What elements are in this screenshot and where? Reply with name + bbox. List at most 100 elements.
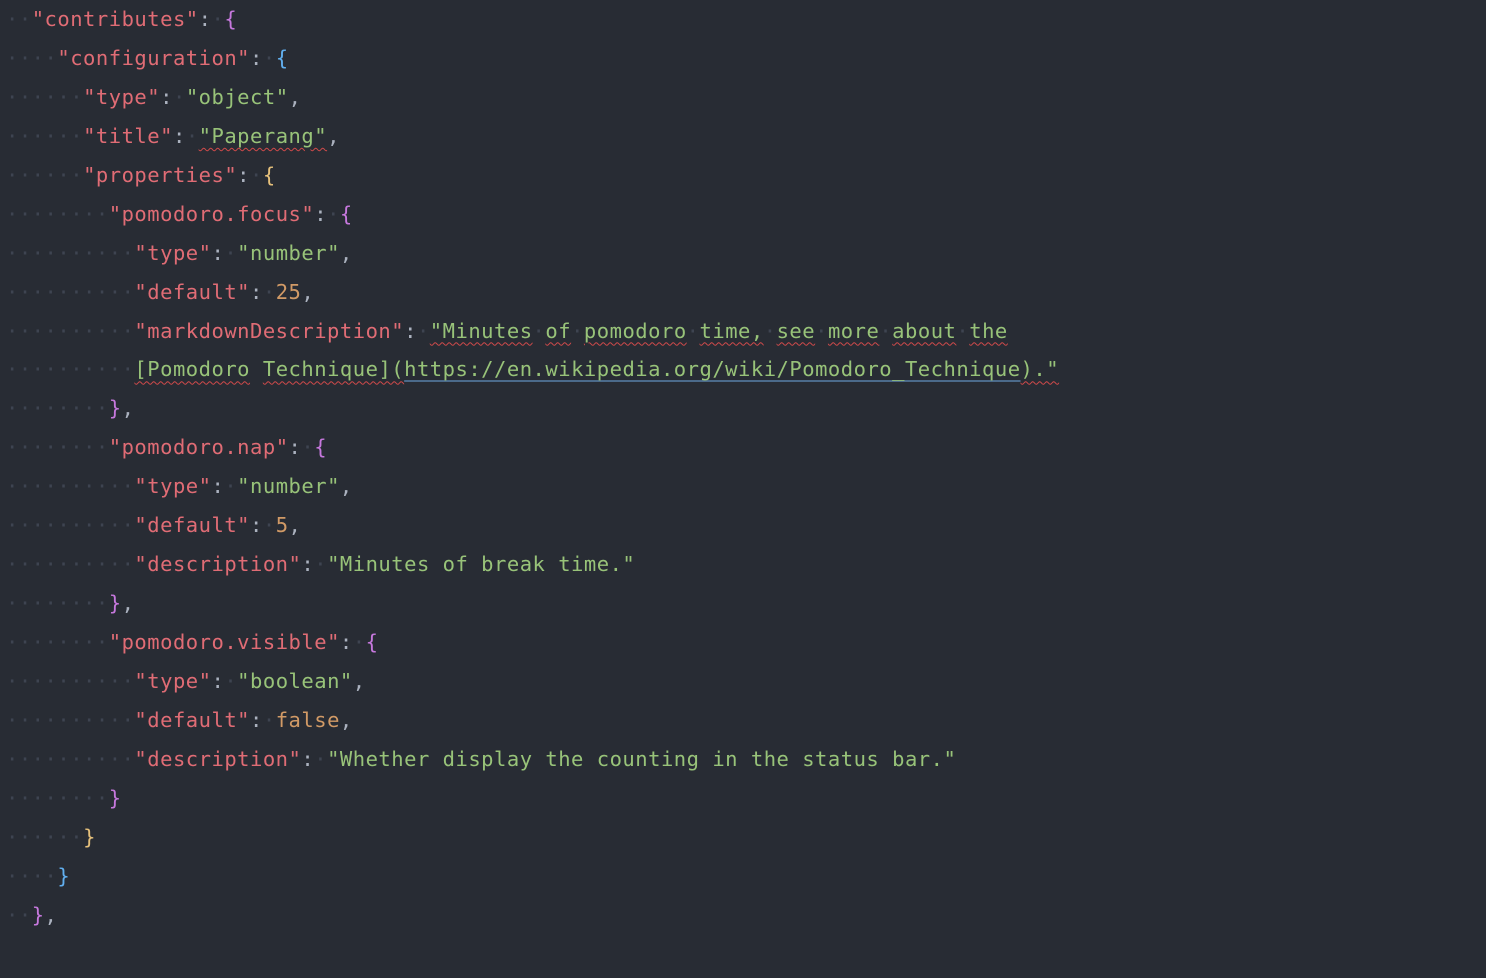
whitespace: · xyxy=(533,319,546,343)
code-line[interactable]: ··········[Pomodoro Technique](https://e… xyxy=(0,350,1476,389)
json-string: pomodoro xyxy=(584,319,687,343)
code-line[interactable]: ······"type":·"object", xyxy=(0,78,1476,117)
brace: { xyxy=(340,202,353,226)
code-line[interactable]: ··········"default":·false, xyxy=(0,701,1476,740)
json-key: "type" xyxy=(134,241,211,265)
json-string xyxy=(250,357,263,381)
code-line[interactable]: ··········"default":·25, xyxy=(0,273,1476,312)
json-key: "type" xyxy=(83,85,160,109)
json-string: "boolean" xyxy=(237,669,353,693)
code-line[interactable]: ······"properties":·{ xyxy=(0,156,1476,195)
code-line[interactable]: ··········"description":·"Minutes of bre… xyxy=(0,545,1476,584)
code-line[interactable]: ··········"type":·"number", xyxy=(0,467,1476,506)
comma: , xyxy=(45,903,58,927)
whitespace: · xyxy=(263,280,276,304)
code-line[interactable]: ··········"markdownDescription":·"Minute… xyxy=(0,312,1476,351)
code-line[interactable]: ····} xyxy=(0,857,1476,896)
code-line[interactable]: ········"pomodoro.visible":·{ xyxy=(0,623,1476,662)
whitespace: ·········· xyxy=(6,552,134,576)
json-key: "pomodoro.focus" xyxy=(109,202,314,226)
comma: , xyxy=(122,396,135,420)
json-key: "type" xyxy=(134,669,211,693)
code-line[interactable]: ··········"type":·"number", xyxy=(0,234,1476,273)
code-line[interactable]: ········"pomodoro.nap":·{ xyxy=(0,428,1476,467)
colon: : xyxy=(173,124,186,148)
comma: , xyxy=(353,669,366,693)
json-boolean: false xyxy=(276,708,340,732)
whitespace: · xyxy=(353,630,366,654)
whitespace: ········ xyxy=(6,202,109,226)
colon: : xyxy=(314,202,327,226)
code-line[interactable]: ····"configuration":·{ xyxy=(0,39,1476,78)
colon: : xyxy=(211,669,224,693)
colon: : xyxy=(289,435,302,459)
json-string: see xyxy=(777,319,816,343)
code-editor[interactable]: ··"contributes":·{ ····"configuration":·… xyxy=(0,0,1486,955)
colon: : xyxy=(199,7,212,31)
json-string: "Minutes of break time." xyxy=(327,552,635,576)
comma: , xyxy=(289,85,302,109)
colon: : xyxy=(160,85,173,109)
json-url[interactable]: https://en.wikipedia.org/wiki/Pomodoro_T… xyxy=(404,357,1020,381)
colon: : xyxy=(340,630,353,654)
brace: { xyxy=(263,163,276,187)
json-key: "markdownDescription" xyxy=(134,319,404,343)
json-key: "properties" xyxy=(83,163,237,187)
whitespace: ······ xyxy=(6,124,83,148)
whitespace: ·········· xyxy=(6,669,134,693)
whitespace: ······ xyxy=(6,825,83,849)
whitespace: ······ xyxy=(6,163,83,187)
whitespace: · xyxy=(314,747,327,771)
json-key: "pomodoro.visible" xyxy=(109,630,340,654)
whitespace: · xyxy=(263,708,276,732)
whitespace: · xyxy=(224,669,237,693)
json-key: "contributes" xyxy=(32,7,199,31)
colon: : xyxy=(301,552,314,576)
code-line[interactable]: ········"pomodoro.focus":·{ xyxy=(0,195,1476,234)
code-line[interactable]: ········}, xyxy=(0,389,1476,428)
json-string: [Pomodoro xyxy=(134,357,250,381)
json-key: "description" xyxy=(134,552,301,576)
code-line[interactable]: ······"title":·"Paperang", xyxy=(0,117,1476,156)
code-line[interactable]: ··}, xyxy=(0,896,1476,935)
whitespace: · xyxy=(186,124,199,148)
colon: : xyxy=(250,46,263,70)
code-line[interactable]: ········} xyxy=(0,779,1476,818)
whitespace: · xyxy=(815,319,828,343)
code-line[interactable]: ··········"type":·"boolean", xyxy=(0,662,1476,701)
colon: : xyxy=(250,513,263,537)
whitespace: ········ xyxy=(6,591,109,615)
code-line[interactable]: ··········"default":·5, xyxy=(0,506,1476,545)
comma: , xyxy=(301,280,314,304)
json-string: "object" xyxy=(186,85,289,109)
whitespace: ·········· xyxy=(6,747,134,771)
json-key: "title" xyxy=(83,124,173,148)
brace: { xyxy=(224,7,237,31)
comma: , xyxy=(122,591,135,615)
whitespace: ·········· xyxy=(6,280,134,304)
json-string: "Paperang" xyxy=(199,124,327,148)
json-string: of xyxy=(545,319,571,343)
brace: } xyxy=(57,864,70,888)
code-line[interactable]: ········}, xyxy=(0,584,1476,623)
code-line[interactable]: ··········"description":·"Whether displa… xyxy=(0,740,1476,779)
code-line[interactable]: ······} xyxy=(0,818,1476,857)
colon: : xyxy=(211,474,224,498)
whitespace: · xyxy=(879,319,892,343)
code-line[interactable]: ··"contributes":·{ xyxy=(0,0,1476,39)
colon: : xyxy=(404,319,417,343)
json-string: time, xyxy=(700,319,764,343)
colon: : xyxy=(211,241,224,265)
colon: : xyxy=(250,708,263,732)
json-key: "type" xyxy=(134,474,211,498)
whitespace: ·· xyxy=(6,7,32,31)
colon: : xyxy=(250,280,263,304)
comma: , xyxy=(289,513,302,537)
colon: : xyxy=(237,163,250,187)
json-key: "default" xyxy=(134,708,250,732)
colon: : xyxy=(301,747,314,771)
whitespace: · xyxy=(687,319,700,343)
whitespace: ·········· xyxy=(6,241,134,265)
whitespace: ·········· xyxy=(6,319,134,343)
whitespace: · xyxy=(314,552,327,576)
